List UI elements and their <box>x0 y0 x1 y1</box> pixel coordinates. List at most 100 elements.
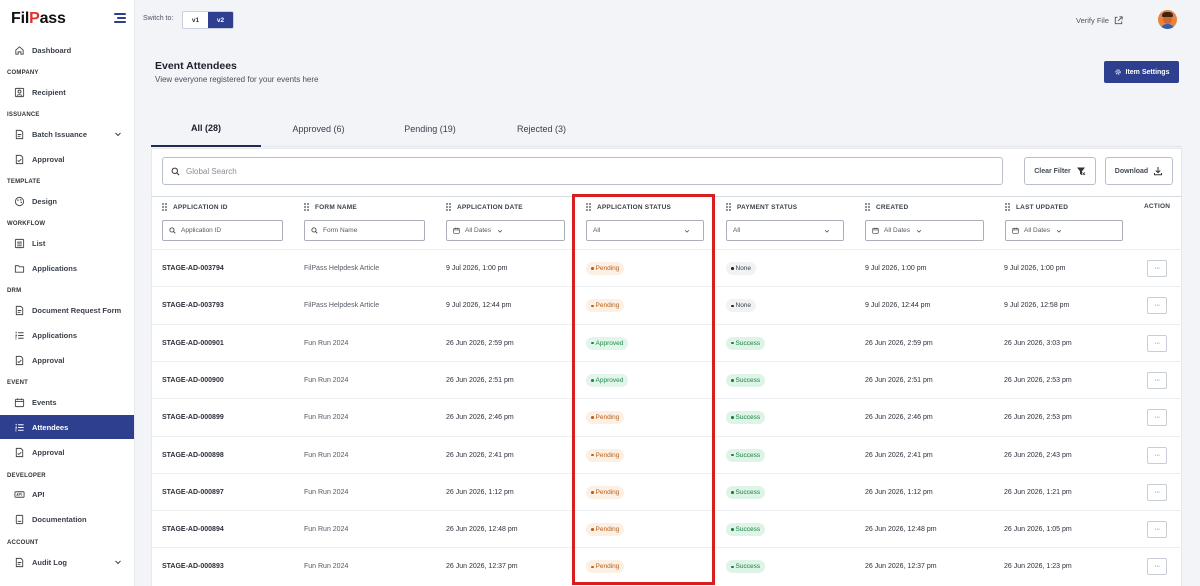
row-action-button[interactable]: ··· <box>1147 558 1167 576</box>
application-id-filter-input[interactable]: Application ID <box>162 220 283 241</box>
tab-pending[interactable]: Pending (19) <box>376 111 484 147</box>
application-id-cell: STAGE-AD-000900 <box>162 376 224 384</box>
sidebar-item-api[interactable]: API <box>0 482 134 506</box>
payment-status-filter-select[interactable]: All <box>726 220 844 241</box>
sidebar: FilPass Dashboard COMPANY Recipient ISSU… <box>0 0 135 586</box>
drag-handle-icon[interactable] <box>726 203 731 211</box>
sidebar-item-event-approval[interactable]: Approval <box>0 440 134 464</box>
application-id-cell: STAGE-AD-000898 <box>162 451 224 459</box>
row-action-button[interactable]: ··· <box>1147 334 1167 352</box>
calendar-icon <box>872 227 879 234</box>
calendar-icon <box>1012 227 1019 234</box>
global-search-input[interactable]: Global Search <box>162 157 1003 185</box>
sidebar-item-documentation[interactable]: Documentation <box>0 507 134 531</box>
table-row: STAGE-AD-003793 FilPass Helpdesk Article 9… <box>151 286 1182 323</box>
chevron-down-icon <box>115 132 121 137</box>
column-header-form-name[interactable]: FORM NAME <box>304 203 357 211</box>
last-updated-cell: 9 Jul 2026, 12:58 pm <box>1004 302 1070 310</box>
table-row: STAGE-AD-000901 Fun Run 2024 26 Jun 2026, … <box>151 323 1182 362</box>
sidebar-item-workflow-applications[interactable]: Applications <box>0 256 134 280</box>
filpass-logo[interactable]: FilPass <box>11 10 66 28</box>
tab-approved[interactable]: Approved (6) <box>261 111 376 147</box>
filter-clear-icon <box>1076 167 1086 176</box>
sidebar-item-batch-issuance[interactable]: Batch Issuance <box>0 122 134 146</box>
version-v1-button[interactable]: v1 <box>183 12 208 28</box>
version-v2-button[interactable]: v2 <box>208 12 233 28</box>
application-status-filter-select[interactable]: All <box>586 220 704 241</box>
payment-status-cell: Success <box>726 325 766 362</box>
download-button[interactable]: Download <box>1105 157 1173 185</box>
table-row: STAGE-AD-000894 Fun Run 2024 26 Jun 2026, … <box>151 510 1182 547</box>
row-action-button[interactable]: ··· <box>1147 260 1167 277</box>
form-name-cell: FilPass Helpdesk Article <box>304 265 380 272</box>
application-date-cell: 26 Jun 2026, 12:37 pm <box>446 563 518 571</box>
chevron-down-icon <box>1056 229 1062 233</box>
sidebar-item-document-request-form[interactable]: Document Request Form <box>0 298 134 322</box>
drag-handle-icon[interactable] <box>304 203 309 211</box>
row-action-button[interactable]: ··· <box>1147 521 1167 539</box>
column-header-application-date[interactable]: APPLICATION DATE <box>446 203 523 211</box>
column-header-created[interactable]: CREATED <box>865 203 908 211</box>
row-action-button[interactable]: ··· <box>1147 446 1167 464</box>
payment-badge: Success <box>726 523 766 537</box>
last-updated-cell: 26 Jun 2026, 1:05 pm <box>1004 526 1072 534</box>
application-status-cell: Pending <box>586 250 625 287</box>
sidebar-item-list[interactable]: List <box>0 231 134 255</box>
application-id-cell: STAGE-AD-000894 <box>162 526 224 534</box>
sidebar-item-drm-approval[interactable]: Approval <box>0 348 134 372</box>
sidebar-item-issuance-approval[interactable]: Approval <box>0 147 134 171</box>
sidebar-item-design[interactable]: Design <box>0 189 134 213</box>
folder-icon <box>14 264 25 273</box>
sidebar-item-drm-applications[interactable]: Applications <box>0 323 134 347</box>
avatar[interactable] <box>1158 10 1177 29</box>
application-date-filter[interactable]: All Dates <box>446 220 565 241</box>
payment-status-cell: Success <box>726 548 766 585</box>
column-header-last-updated[interactable]: LAST UPDATED <box>1005 203 1068 211</box>
sidebar-item-events[interactable]: Events <box>0 390 134 414</box>
column-header-application-status[interactable]: APPLICATION STATUS <box>586 203 671 211</box>
sidebar-item-attendees[interactable]: Attendees <box>0 415 134 439</box>
application-id-cell: STAGE-AD-003793 <box>162 302 224 310</box>
form-name-filter-input[interactable]: Form Name <box>304 220 425 241</box>
column-header-application-id[interactable]: APPLICATION ID <box>162 203 228 211</box>
table-row: STAGE-AD-000900 Fun Run 2024 26 Jun 2026, … <box>151 360 1182 398</box>
drag-handle-icon[interactable] <box>1005 203 1010 211</box>
item-settings-button[interactable]: Item Settings <box>1104 61 1179 83</box>
application-status-cell: Pending <box>586 399 625 436</box>
application-date-cell: 26 Jun 2026, 2:41 pm <box>446 451 514 459</box>
home-icon <box>15 45 24 55</box>
drag-handle-icon[interactable] <box>865 203 870 211</box>
tab-all[interactable]: All (28) <box>151 111 261 147</box>
last-updated-filter[interactable]: All Dates <box>1005 220 1123 241</box>
search-icon <box>169 227 176 234</box>
list-numbered-icon <box>15 331 24 339</box>
drag-handle-icon[interactable] <box>586 203 591 211</box>
row-action-button[interactable]: ··· <box>1147 371 1167 389</box>
payment-status-cell: Success <box>726 399 766 436</box>
sidebar-item-recipient[interactable]: Recipient <box>0 80 134 104</box>
last-updated-cell: 26 Jun 2026, 2:53 pm <box>1004 376 1072 384</box>
status-badge: Pending <box>586 299 625 313</box>
clear-filter-button[interactable]: Clear Filter <box>1024 157 1096 185</box>
form-name-cell: Fun Run 2024 <box>304 563 349 571</box>
status-badge: Approved <box>586 373 629 387</box>
tab-rejected[interactable]: Rejected (3) <box>484 111 599 147</box>
drag-handle-icon[interactable] <box>446 203 451 211</box>
search-icon <box>311 227 318 234</box>
document-check-icon <box>15 355 24 365</box>
menu-toggle-icon[interactable] <box>114 13 126 23</box>
row-action-button[interactable]: ··· <box>1147 297 1167 315</box>
row-action-button[interactable]: ··· <box>1147 483 1167 501</box>
column-header-payment-status[interactable]: PAYMENT STATUS <box>726 203 797 211</box>
last-updated-cell: 9 Jul 2026, 1:00 pm <box>1004 265 1066 272</box>
row-action-button[interactable]: ··· <box>1147 409 1167 427</box>
created-filter[interactable]: All Dates <box>865 220 984 241</box>
external-link-icon <box>1114 16 1123 25</box>
api-icon <box>14 490 25 498</box>
section-issuance: ISSUANCE <box>7 112 40 118</box>
sidebar-item-audit-log[interactable]: Audit Log <box>0 550 134 574</box>
last-updated-cell: 26 Jun 2026, 3:03 pm <box>1004 339 1072 347</box>
drag-handle-icon[interactable] <box>162 203 167 211</box>
sidebar-item-dashboard[interactable]: Dashboard <box>0 38 134 62</box>
verify-file-link[interactable]: Verify File <box>1076 15 1124 26</box>
